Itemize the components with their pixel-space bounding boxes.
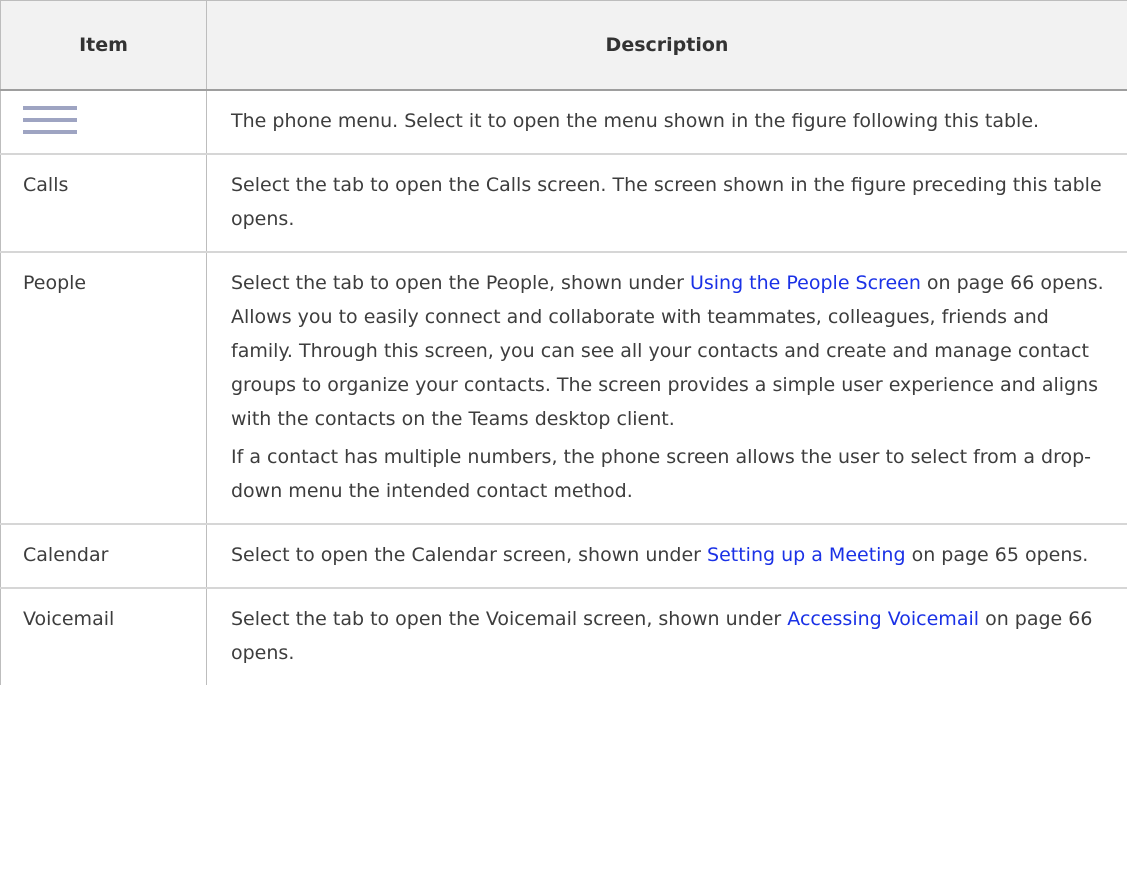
hamburger-menu-icon xyxy=(23,106,77,134)
table-header-row: Item Description xyxy=(0,0,1127,91)
header-item: Item xyxy=(0,0,207,91)
table-row: People Select the tab to open the People… xyxy=(0,252,1127,525)
description-text: The phone menu. Select it to open the me… xyxy=(231,110,1040,132)
item-cell: People xyxy=(0,252,207,525)
description-cell: Select the tab to open the People, shown… xyxy=(206,252,1127,525)
description-cell: Select to open the Calendar screen, show… xyxy=(206,524,1127,589)
description-cell: The phone menu. Select it to open the me… xyxy=(206,90,1127,155)
description-text: Select the tab to open the Voicemail scr… xyxy=(231,608,788,630)
table-row: Calendar Select to open the Calendar scr… xyxy=(0,524,1127,589)
description-paragraph: Select the tab to open the People, shown… xyxy=(231,266,1113,436)
link-using-the-people-screen[interactable]: Using the People Screen xyxy=(690,272,921,294)
item-cell: Voicemail xyxy=(0,588,207,685)
table-row: Voicemail Select the tab to open the Voi… xyxy=(0,588,1127,685)
table-row: Calls Select the tab to open the Calls s… xyxy=(0,154,1127,253)
description-text: Select the tab to open the Calls screen.… xyxy=(231,174,1102,230)
description-paragraph: Select to open the Calendar screen, show… xyxy=(231,538,1113,572)
link-setting-up-a-meeting[interactable]: Setting up a Meeting xyxy=(707,544,906,566)
description-text: Select the tab to open the People, shown… xyxy=(231,272,690,294)
description-text: on page 65 opens. xyxy=(905,544,1089,566)
item-cell: Calls xyxy=(0,154,207,253)
link-accessing-voicemail[interactable]: Accessing Voicemail xyxy=(787,608,979,630)
item-cell xyxy=(0,90,207,155)
description-cell: Select the tab to open the Voicemail scr… xyxy=(206,588,1127,685)
description-paragraph: Select the tab to open the Voicemail scr… xyxy=(231,602,1113,670)
description-text: on page 66 opens. Allows you to easily c… xyxy=(231,272,1104,430)
description-cell: Select the tab to open the Calls screen.… xyxy=(206,154,1127,253)
description-text: Select to open the Calendar screen, show… xyxy=(231,544,708,566)
description-text: If a contact has multiple numbers, the p… xyxy=(231,446,1092,502)
item-description-table: Item Description The phone menu. Select … xyxy=(0,0,1127,685)
table-row: The phone menu. Select it to open the me… xyxy=(0,90,1127,155)
item-cell: Calendar xyxy=(0,524,207,589)
header-description: Description xyxy=(206,0,1127,91)
